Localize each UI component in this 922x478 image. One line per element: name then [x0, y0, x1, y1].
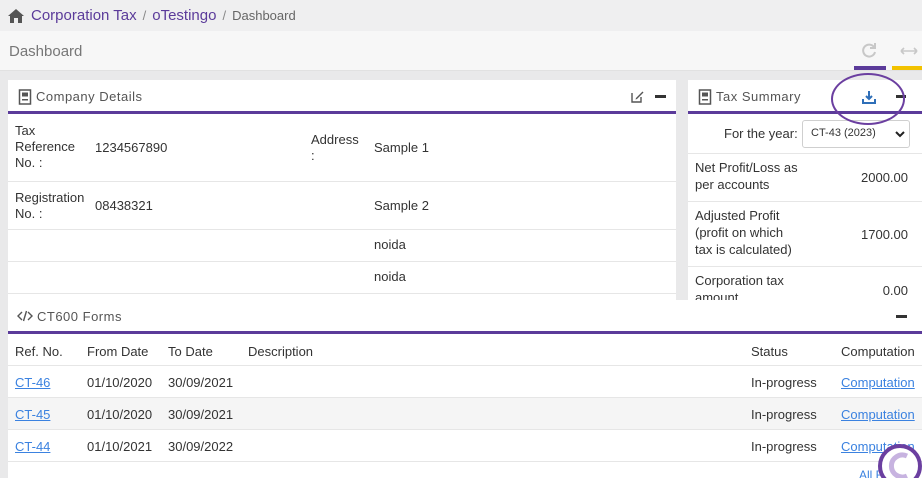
collapse-icon[interactable]	[896, 315, 907, 318]
column-header-from: From Date	[87, 344, 149, 359]
tax-ref-label-1: Tax	[15, 123, 36, 138]
status: In-progress	[751, 375, 817, 390]
home-icon[interactable]	[8, 8, 24, 23]
column-header-description: Description	[248, 344, 314, 359]
registration-label-1: Registration	[15, 190, 85, 205]
tax-ref-label-3: No. :	[15, 155, 43, 170]
table-row: CT-44 01/10/2021 30/09/2022 In-progress …	[8, 429, 922, 461]
address-row-4: noida	[8, 262, 676, 294]
computation-link[interactable]: Computation	[841, 375, 915, 390]
net-profit-value: 2000.00	[861, 170, 908, 185]
company-details-title: Company Details	[36, 89, 143, 104]
from-date: 01/10/2021	[87, 439, 153, 454]
ct600-forms-header: CT600 Forms	[8, 300, 922, 334]
chevron-down-icon	[895, 131, 905, 138]
address-line-4: noida	[374, 269, 406, 284]
from-date: 01/10/2020	[87, 407, 153, 422]
ref-link[interactable]: CT-46	[15, 375, 50, 390]
net-profit-label-1: Net Profit/Loss as	[695, 160, 798, 175]
breadcrumb-company[interactable]: oTestingo	[152, 7, 216, 24]
to-date: 30/09/2022	[168, 439, 234, 454]
breadcrumb-separator: /	[142, 8, 147, 23]
from-date: 01/10/2020	[87, 375, 153, 390]
tax-reference-row: Tax Reference No. : 1234567890 Address :…	[8, 117, 676, 182]
year-select-value: CT-43 (2023)	[811, 127, 876, 139]
highlight-annotation	[831, 73, 905, 125]
status: In-progress	[751, 407, 817, 422]
header-tab-indicator	[854, 66, 886, 70]
table-row: CT-45 01/10/2020 30/09/2021 In-progress …	[8, 397, 922, 429]
address-line-1: Sample 1	[374, 140, 429, 155]
building-icon	[18, 89, 32, 105]
address-row-3: noida	[8, 230, 676, 262]
address-label-2: :	[311, 148, 315, 163]
page-title: Dashboard	[9, 43, 83, 60]
net-profit-label-2: per accounts	[695, 177, 770, 192]
edit-icon[interactable]	[630, 90, 644, 104]
corp-tax-value: 0.00	[882, 283, 908, 298]
breadcrumb-separator: /	[222, 8, 227, 23]
ct600-forms-panel: CT600 Forms Ref. No. From Date To Date D…	[8, 300, 922, 478]
year-label: For the year:	[724, 126, 798, 141]
collapse-icon[interactable]	[655, 95, 666, 98]
divider	[688, 153, 922, 154]
adjusted-profit-label-3: tax is calculated)	[695, 242, 792, 257]
table-footer	[8, 461, 922, 478]
refresh-icon[interactable]	[860, 42, 878, 60]
chat-widget-icon[interactable]	[874, 440, 922, 478]
breadcrumb: Corporation Tax / oTestingo / Dashboard	[0, 0, 922, 31]
computation-link[interactable]: Computation	[841, 407, 915, 422]
ref-link[interactable]: CT-45	[15, 407, 50, 422]
address-line-3: noida	[374, 237, 406, 252]
divider	[688, 266, 922, 267]
corp-tax-label-1: Corporation tax	[695, 273, 784, 288]
registration-row: Registration No. : 08438321 Sample 2	[8, 182, 676, 230]
to-date: 30/09/2021	[168, 407, 234, 422]
status: In-progress	[751, 439, 817, 454]
column-header-status: Status	[751, 344, 788, 359]
column-header-to: To Date	[168, 344, 213, 359]
address-label-1: Address	[311, 132, 359, 147]
column-header-ref: Ref. No.	[15, 344, 63, 359]
breadcrumb-current: Dashboard	[232, 8, 296, 23]
address-line-2: Sample 2	[374, 198, 429, 213]
expand-icon[interactable]	[899, 44, 919, 58]
company-details-header: Company Details	[8, 80, 676, 114]
year-select[interactable]: CT-43 (2023)	[802, 120, 910, 148]
tax-ref-label-2: Reference	[15, 139, 75, 154]
tax-summary-title: Tax Summary	[716, 89, 801, 104]
table-row: CT-46 01/10/2020 30/09/2021 In-progress …	[8, 365, 922, 397]
adjusted-profit-label-2: (profit on which	[695, 225, 784, 240]
ct600-forms-title: CT600 Forms	[37, 309, 122, 324]
building-icon	[698, 89, 712, 105]
registration-value: 08438321	[95, 198, 153, 213]
page-header: Dashboard	[0, 31, 922, 71]
adjusted-profit-label-1: Adjusted Profit	[695, 208, 780, 223]
adjusted-profit-value: 1700.00	[861, 227, 908, 242]
header-tab-indicator-alt	[892, 66, 922, 70]
code-icon	[17, 310, 33, 322]
breadcrumb-corporation-tax[interactable]: Corporation Tax	[31, 7, 137, 24]
ref-link[interactable]: CT-44	[15, 439, 50, 454]
registration-label-2: No. :	[15, 206, 43, 221]
tax-ref-value: 1234567890	[95, 140, 168, 155]
column-header-computation: Computation	[841, 344, 915, 359]
to-date: 30/09/2021	[168, 375, 234, 390]
company-details-panel: Company Details Tax Reference No. : 1234…	[8, 80, 676, 302]
divider	[688, 201, 922, 202]
